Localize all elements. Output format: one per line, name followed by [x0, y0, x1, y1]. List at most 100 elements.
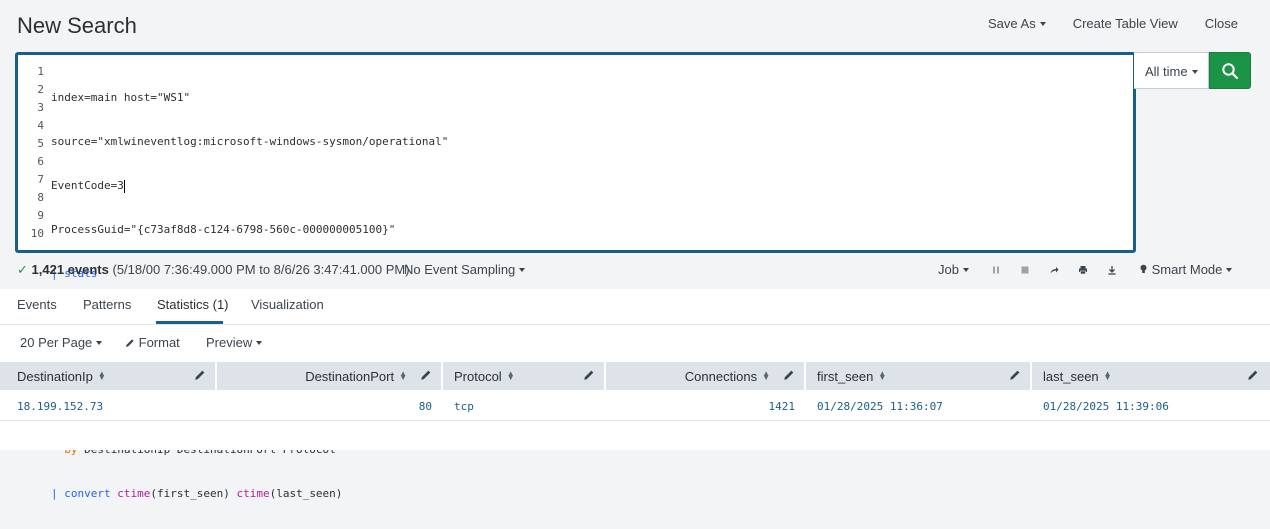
job-label: Job: [938, 262, 959, 277]
pencil-icon[interactable]: [420, 369, 432, 381]
column-name: Protocol: [454, 369, 502, 384]
chevron-down-icon: [962, 267, 969, 272]
close-button[interactable]: Close: [1205, 16, 1238, 31]
pencil-icon[interactable]: [783, 369, 795, 381]
column-header-label: DestinationPort ▲ ▼: [305, 369, 407, 384]
code-line: index=main host="WS1": [51, 91, 191, 104]
sort-icon: ▲ ▼: [97, 368, 106, 382]
cell-destinationport[interactable]: 80: [419, 400, 432, 413]
search-mode-label: Smart Mode: [1151, 262, 1223, 277]
check-icon: ✓: [17, 262, 28, 277]
event-count: 1,421 events: [31, 262, 109, 277]
save-as-menu[interactable]: Save As: [988, 16, 1046, 31]
lightbulb-icon: [1140, 264, 1147, 273]
tab-statistics[interactable]: Statistics (1): [157, 297, 229, 312]
format-menu[interactable]: Format: [125, 335, 180, 350]
column-name: DestinationPort: [305, 369, 395, 384]
format-label: Format: [138, 335, 180, 350]
search-editor[interactable]: 1 2 3 4 5 6 7 8 9 10 index=main host="WS…: [15, 52, 1136, 500]
chevron-down-icon: [256, 340, 263, 345]
code-line: EventCode=3: [51, 179, 125, 193]
pencil-icon[interactable]: [1009, 369, 1021, 381]
column-name: DestinationIp: [17, 369, 93, 384]
line-number: 4: [37, 119, 44, 132]
column-header-destinationport[interactable]: DestinationPort ▲ ▼: [217, 362, 443, 390]
per-page-label: 20 Per Page: [20, 335, 93, 350]
time-range-picker[interactable]: All time: [1134, 52, 1209, 89]
column-header-label: last_seen ▲ ▼: [1043, 369, 1112, 384]
column-name: first_seen: [817, 369, 874, 384]
save-as-label: Save As: [988, 16, 1036, 31]
job-controls: Job Smart Mode: [938, 262, 1233, 277]
cell-last-seen[interactable]: 01/28/2025 11:39:06: [1043, 400, 1169, 413]
page-title: New Search: [17, 13, 137, 38]
tab-visualization[interactable]: Visualization: [251, 297, 324, 312]
search-button[interactable]: [1209, 52, 1251, 89]
create-table-view-button[interactable]: Create Table View: [1073, 16, 1178, 31]
chevron-down-icon: [96, 340, 103, 345]
time-range-label: All time: [1145, 64, 1188, 79]
line-number: 1: [37, 65, 44, 78]
event-sampling-label: No Event Sampling: [404, 262, 516, 277]
line-number: 6: [37, 155, 44, 168]
share-icon[interactable]: [1049, 265, 1059, 275]
column-header-destinationip[interactable]: DestinationIp ▲ ▼: [0, 362, 217, 390]
sort-icon: ▲ ▼: [878, 368, 887, 382]
event-sampling-menu[interactable]: No Event Sampling: [404, 262, 526, 277]
column-header-label: Connections ▲ ▼: [685, 369, 770, 384]
cell-protocol[interactable]: tcp: [454, 400, 474, 413]
sort-icon: ▲ ▼: [399, 368, 407, 382]
per-page-menu[interactable]: 20 Per Page: [20, 335, 103, 350]
tab-events[interactable]: Events: [17, 297, 57, 312]
column-name: Connections: [684, 369, 758, 384]
line-number: 8: [37, 191, 44, 204]
preview-menu[interactable]: Preview: [206, 335, 263, 350]
line-number: 5: [37, 137, 44, 150]
chevron-down-icon: [1191, 69, 1198, 74]
pencil-icon: [126, 339, 134, 347]
search-status-bar: ✓ 1,421 events (5/18/00 7:36:49.000 PM t…: [0, 258, 1270, 282]
chevron-down-icon: [1039, 21, 1046, 26]
column-header-first-seen[interactable]: first_seen ▲ ▼: [806, 362, 1032, 390]
tab-patterns[interactable]: Patterns: [83, 297, 131, 312]
line-numbers: 1 2 3 4 5 6 7 8 9 10: [18, 63, 44, 243]
column-header-last-seen[interactable]: last_seen ▲ ▼: [1032, 362, 1270, 390]
column-header-label: DestinationIp ▲ ▼: [17, 369, 106, 384]
column-name: last_seen: [1043, 369, 1099, 384]
column-header-connections[interactable]: Connections ▲ ▼: [606, 362, 806, 390]
search-icon: [1222, 62, 1239, 79]
results-tabs: Events Patterns Statistics (1) Visualiza…: [0, 289, 1270, 325]
column-header-label: first_seen ▲ ▼: [817, 369, 886, 384]
table-header: DestinationIp ▲ ▼ DestinationPort ▲ ▼ Protoc…: [0, 362, 1270, 390]
results-toolbar: 20 Per Page Format Preview: [0, 325, 1270, 362]
line-number: 2: [37, 83, 44, 96]
search-mode-menu[interactable]: Smart Mode: [1139, 262, 1233, 277]
top-bar: New Search Save As Create Table View Clo…: [0, 0, 1270, 50]
line-number: 3: [37, 101, 44, 114]
column-header-protocol[interactable]: Protocol ▲ ▼: [443, 362, 606, 390]
print-icon[interactable]: [1078, 265, 1088, 275]
time-range-text: (5/18/00 7:36:49.000 PM to 8/6/26 3:47:4…: [112, 262, 410, 277]
pause-icon[interactable]: [991, 265, 1001, 275]
text-cursor: [123, 179, 125, 193]
top-actions: Save As Create Table View Close: [988, 16, 1238, 31]
stop-icon[interactable]: [1020, 265, 1030, 275]
active-tab-indicator: [156, 321, 223, 324]
cell-first-seen[interactable]: 01/28/2025 11:36:07: [817, 400, 943, 413]
line-number: 7: [37, 173, 44, 186]
cell-destinationip[interactable]: 18.199.152.73: [17, 400, 103, 413]
cell-connections[interactable]: 1421: [769, 400, 796, 413]
preview-label: Preview: [206, 335, 253, 350]
code-line: | convert ctime(first_seen) ctime(last_s…: [51, 487, 343, 500]
sort-icon: ▲ ▼: [506, 368, 515, 382]
job-menu[interactable]: Job: [938, 262, 969, 277]
pencil-icon[interactable]: [1247, 369, 1259, 381]
sort-icon: ▲ ▼: [1103, 368, 1112, 382]
column-header-label: Protocol ▲ ▼: [454, 369, 515, 384]
download-icon[interactable]: [1107, 265, 1117, 275]
sort-icon: ▲ ▼: [762, 368, 770, 382]
chevron-down-icon: [1226, 267, 1233, 272]
pencil-icon[interactable]: [583, 369, 595, 381]
line-number: 10: [30, 227, 44, 240]
pencil-icon[interactable]: [194, 369, 206, 381]
